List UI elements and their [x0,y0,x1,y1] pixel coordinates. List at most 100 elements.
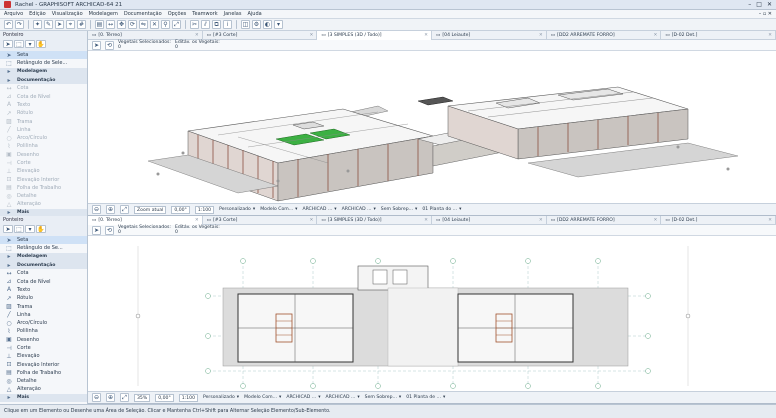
settings-icon[interactable]: ⚙ [252,20,261,29]
view-tab[interactable]: ▭ [DD2 ARREMATE FORRO] ✕ [547,216,662,225]
toolbox-item[interactable]: ▤ Folha de Trabalho [0,184,87,192]
fit-icon[interactable]: ⤢ [120,205,129,214]
toolbox-item[interactable]: ➤ Seta [0,51,87,60]
menu-item-3[interactable]: Modelagem [89,11,118,17]
toolbox-item[interactable]: ↗ Rótulo [0,109,87,117]
overlay-combo[interactable]: Sem Sobrep... ▾ [381,207,418,212]
zoom-in-icon[interactable]: ⊕ [106,205,115,214]
view-tab[interactable]: ▭ [#3 Corte] ✕ [203,216,318,225]
3d-viewport[interactable] [88,51,776,204]
toolbox-item[interactable]: ╱ Linha [0,311,87,319]
menu-item-8[interactable]: Ajuda [247,11,261,17]
view-tab[interactable]: ▭ [3 SIMPLES (3D / Todo)] ✕ [317,31,433,40]
hand-tool-icon[interactable]: ✋ [36,40,46,48]
pointer-icon[interactable]: ➤ [55,20,64,29]
move-icon[interactable]: ✥ [117,20,126,29]
close-tab-icon[interactable]: ✕ [424,218,428,223]
toolbox-item[interactable]: A Texto [0,101,87,109]
toolbox-item[interactable]: ⌇ Polilinha [0,327,87,335]
close-tab-icon[interactable]: ✕ [539,218,543,223]
toolbox-item[interactable]: ⊥ Elevação [0,167,87,175]
close-doc-icon[interactable]: ✕ [150,20,159,29]
toolbox-item[interactable]: ▨ Trama [0,302,87,310]
zoom-value[interactable]: 35% [134,393,151,402]
overlay-combo[interactable]: Sem Sobrep... ▾ [365,395,402,400]
view-tab[interactable]: ▭ [D-02 Det.] ✕ [661,216,776,225]
close-tab-icon[interactable]: ✕ [654,218,658,223]
menu-item-4[interactable]: Documentação [124,11,162,17]
close-tab-icon[interactable]: ✕ [539,33,543,38]
zoom-out-icon[interactable]: ⊖ [92,393,101,402]
layer-icon[interactable]: ▤ [95,20,104,29]
view-tab[interactable]: ▭ [0. Térreo] ✕ [88,31,203,40]
grid-icon[interactable]: # [77,20,86,29]
close-tab-icon[interactable]: ✕ [768,218,772,223]
split-icon[interactable]: ⫽ [201,20,210,29]
dimension-icon[interactable]: ↔ [106,20,115,29]
dropdown-icon[interactable]: ▾ [274,20,283,29]
zoom-value[interactable]: Zoom atual [134,205,167,214]
angle-value[interactable]: 0,00° [171,205,190,214]
view-tab[interactable]: ▭ [DD2 ARREMATE FORRO] ✕ [547,31,662,40]
plan-combo[interactable]: 01 Planta do ... ▾ [422,207,461,212]
menu-item-0[interactable]: Arquivo [4,11,23,17]
menu-item-2[interactable]: Visualização [52,11,83,17]
toolbox-item[interactable]: ▣ Desenho [0,336,87,344]
maximize-icon[interactable]: □ [756,1,762,8]
magic-wand-icon[interactable]: ✦ [33,20,42,29]
angle-value[interactable]: 0,00° [155,393,174,402]
toolbox-item[interactable]: ⊿ Cota de Nível [0,92,87,100]
pen-icon[interactable]: ✎ [44,20,53,29]
toolbox-item[interactable]: ▸ Documentação [0,75,87,85]
layers-combo[interactable]: Personalizado ▾ [219,207,255,212]
zoom-in-icon[interactable]: ⊕ [106,393,115,402]
close-tab-icon[interactable]: ✕ [195,218,199,223]
toolbox-item[interactable]: ⊣ Corte [0,344,87,352]
toolbox-item[interactable]: ➤ Seta [0,236,87,245]
document-window-controls[interactable]: – ▫ ✕ [759,11,772,17]
archicad-combo-1[interactable]: ARCHICAD ... ▾ [302,207,336,212]
zoom-out-icon[interactable]: ⊖ [92,205,101,214]
plan-viewport[interactable] [88,236,776,392]
toolbox-item[interactable]: ▸ Modelagem [0,252,87,261]
pointer-tool-icon[interactable]: ➤ [3,40,13,48]
arrow-tool-icon[interactable]: ➤ [92,40,101,50]
menu-item-7[interactable]: Janelas [224,11,242,17]
close-tab-icon[interactable]: ✕ [424,33,428,38]
toolbox-item[interactable]: ⊿ Cota de Nível [0,277,87,285]
plan-combo[interactable]: 01 Planta de ... ▾ [406,395,445,400]
fit-icon[interactable]: ⤢ [120,393,129,402]
toolbox-item[interactable]: △ Alteração [0,200,87,208]
redo-icon[interactable]: ↷ [15,20,24,29]
toolbox-item[interactable]: ⊣ Corte [0,159,87,167]
model-combo[interactable]: Modelo Com... ▾ [260,207,297,212]
toolbox-item[interactable]: A Texto [0,286,87,294]
scale-value[interactable]: 1:100 [194,205,215,214]
menu-item-5[interactable]: Opções [168,11,187,17]
close-tab-icon[interactable]: ✕ [309,33,313,38]
toolbox-item[interactable]: ○ Arco/Círculo [0,319,87,327]
view-tab[interactable]: ▭ [#3 Corte] ✕ [203,31,318,40]
toolbox-item[interactable]: ⬚ Retângulo de Sele... [0,59,87,67]
toolbox-item[interactable]: ↔ Cota [0,269,87,277]
trim-icon[interactable]: ✂ [190,20,199,29]
stretch-icon[interactable]: ⤢ [172,20,181,29]
toolbox-item[interactable]: ○ Arco/Círculo [0,134,87,142]
snap-icon[interactable]: ⌖ [66,20,75,29]
toolbox-item[interactable]: ⬚ Retângulo de Se... [0,244,87,252]
mirror-icon[interactable]: ⇋ [139,20,148,29]
array-icon[interactable]: ⁞ [223,20,232,29]
view-3d-icon[interactable]: ◫ [241,20,250,29]
toolbox-item[interactable]: ╱ Linha [0,126,87,134]
view-tab[interactable]: ▭ [3 SIMPLES (3D / Todo)] ✕ [317,216,433,225]
view-tab[interactable]: ▭ [04 Leiaute] ✕ [432,31,547,40]
pointer-tool-icon[interactable]: ➤ [3,225,13,233]
undo-icon[interactable]: ↶ [4,20,13,29]
toolbox-item[interactable]: ▸ Modelagem [0,67,87,76]
select-mode-icon[interactable]: ⟲ [105,225,114,235]
rotate-icon[interactable]: ⟳ [128,20,137,29]
marquee-tool-icon[interactable]: ⬚ [14,40,24,48]
toolbox-item[interactable]: ↔ Cota [0,84,87,92]
toolbox-item[interactable]: ◎ Detalhe [0,377,87,385]
archicad-combo-2[interactable]: ARCHICAD ... ▾ [342,207,376,212]
